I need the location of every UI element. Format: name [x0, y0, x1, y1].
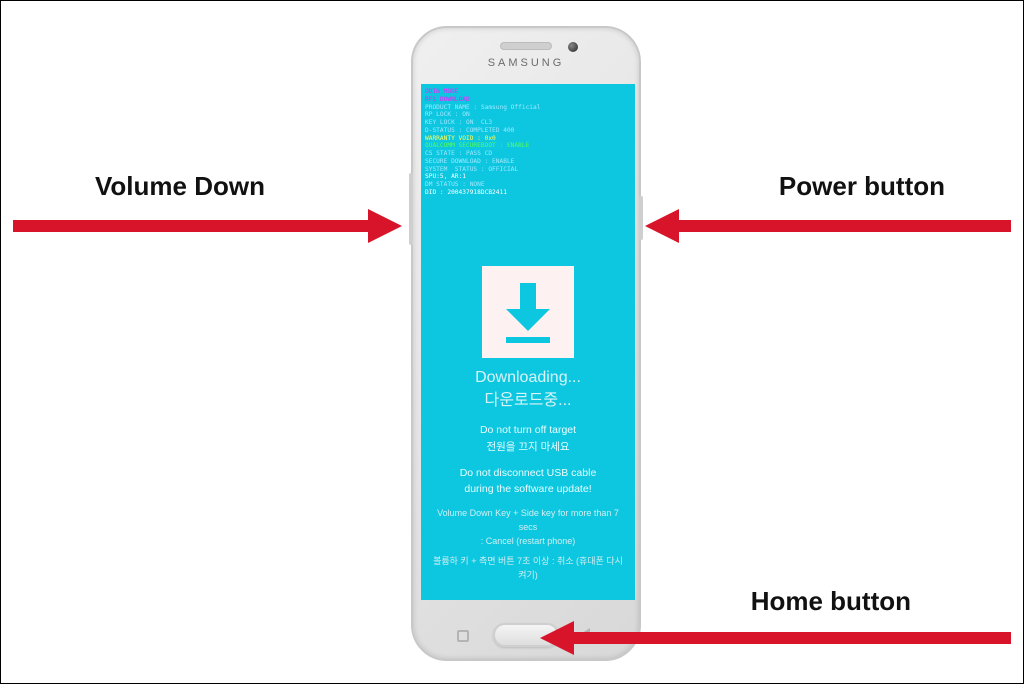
label-power-button: Power button	[779, 171, 945, 202]
debug-line: D-STATUS : COMPLETED 400	[425, 127, 631, 135]
arrow-power	[641, 209, 1011, 243]
arrow-home	[536, 621, 1011, 655]
debug-line: PRODUCT NAME : Samsung Official	[425, 104, 631, 112]
debug-line: DID : 200437918DCB2411	[425, 189, 631, 197]
phone-frame: SAMSUNG ODIN MODERFS DOWNLOADPRODUCT NAM…	[411, 26, 641, 661]
phone-screen: ODIN MODERFS DOWNLOADPRODUCT NAME : Sams…	[421, 84, 635, 600]
volume-down-hardware-button[interactable]	[409, 173, 413, 245]
download-status-text: Downloading... 다운로드중... Do not turn off …	[421, 366, 635, 583]
download-icon	[482, 266, 574, 358]
debug-line: QUALCOMM SECUREBOOT : ENABLE	[425, 142, 631, 150]
downloading-title-en: Downloading...	[431, 366, 625, 389]
warn-usb-en-1: Do not disconnect USB cable	[431, 465, 625, 481]
front-camera	[568, 42, 578, 52]
debug-line: KEY LOCK : ON CL3	[425, 119, 631, 127]
debug-line: ODIN MODE	[425, 88, 631, 96]
debug-line: WARRANTY VOID : 0x0	[425, 135, 631, 143]
debug-line: CS STATE : PASS CD	[425, 150, 631, 158]
odin-debug-text: ODIN MODERFS DOWNLOADPRODUCT NAME : Sams…	[421, 84, 635, 197]
debug-line: RFS DOWNLOAD	[425, 96, 631, 104]
recents-softkey-icon	[457, 630, 469, 642]
debug-line: DM STATUS : NONE	[425, 181, 631, 189]
earpiece-speaker	[500, 42, 552, 50]
label-home-button: Home button	[751, 586, 911, 617]
warn-turnoff-kr: 전원을 끄지 마세요	[431, 439, 625, 455]
downloading-title-kr: 다운로드중...	[431, 389, 625, 412]
debug-line: SPU:5, AR:1	[425, 173, 631, 181]
warn-turnoff-en: Do not turn off target	[431, 422, 625, 438]
debug-line: SECURE DOWNLOAD : ENABLE	[425, 158, 631, 166]
label-volume-down: Volume Down	[95, 171, 265, 202]
cancel-instruction-kr: 볼륨하 키 + 측면 버튼 7초 이상 : 취소 (휴대폰 다시 켜기)	[431, 555, 625, 583]
debug-line: RP LOCK : ON	[425, 111, 631, 119]
cancel-instruction-en-2: : Cancel (restart phone)	[431, 535, 625, 549]
phone-top-bezel: SAMSUNG	[413, 28, 639, 84]
debug-line: SYSTEM STATUS : OFFICIAL	[425, 166, 631, 174]
brand-logo: SAMSUNG	[488, 57, 565, 69]
warn-usb-en-2: during the software update!	[431, 481, 625, 497]
arrow-volume-down	[13, 209, 408, 243]
cancel-instruction-en-1: Volume Down Key + Side key for more than…	[431, 507, 625, 535]
